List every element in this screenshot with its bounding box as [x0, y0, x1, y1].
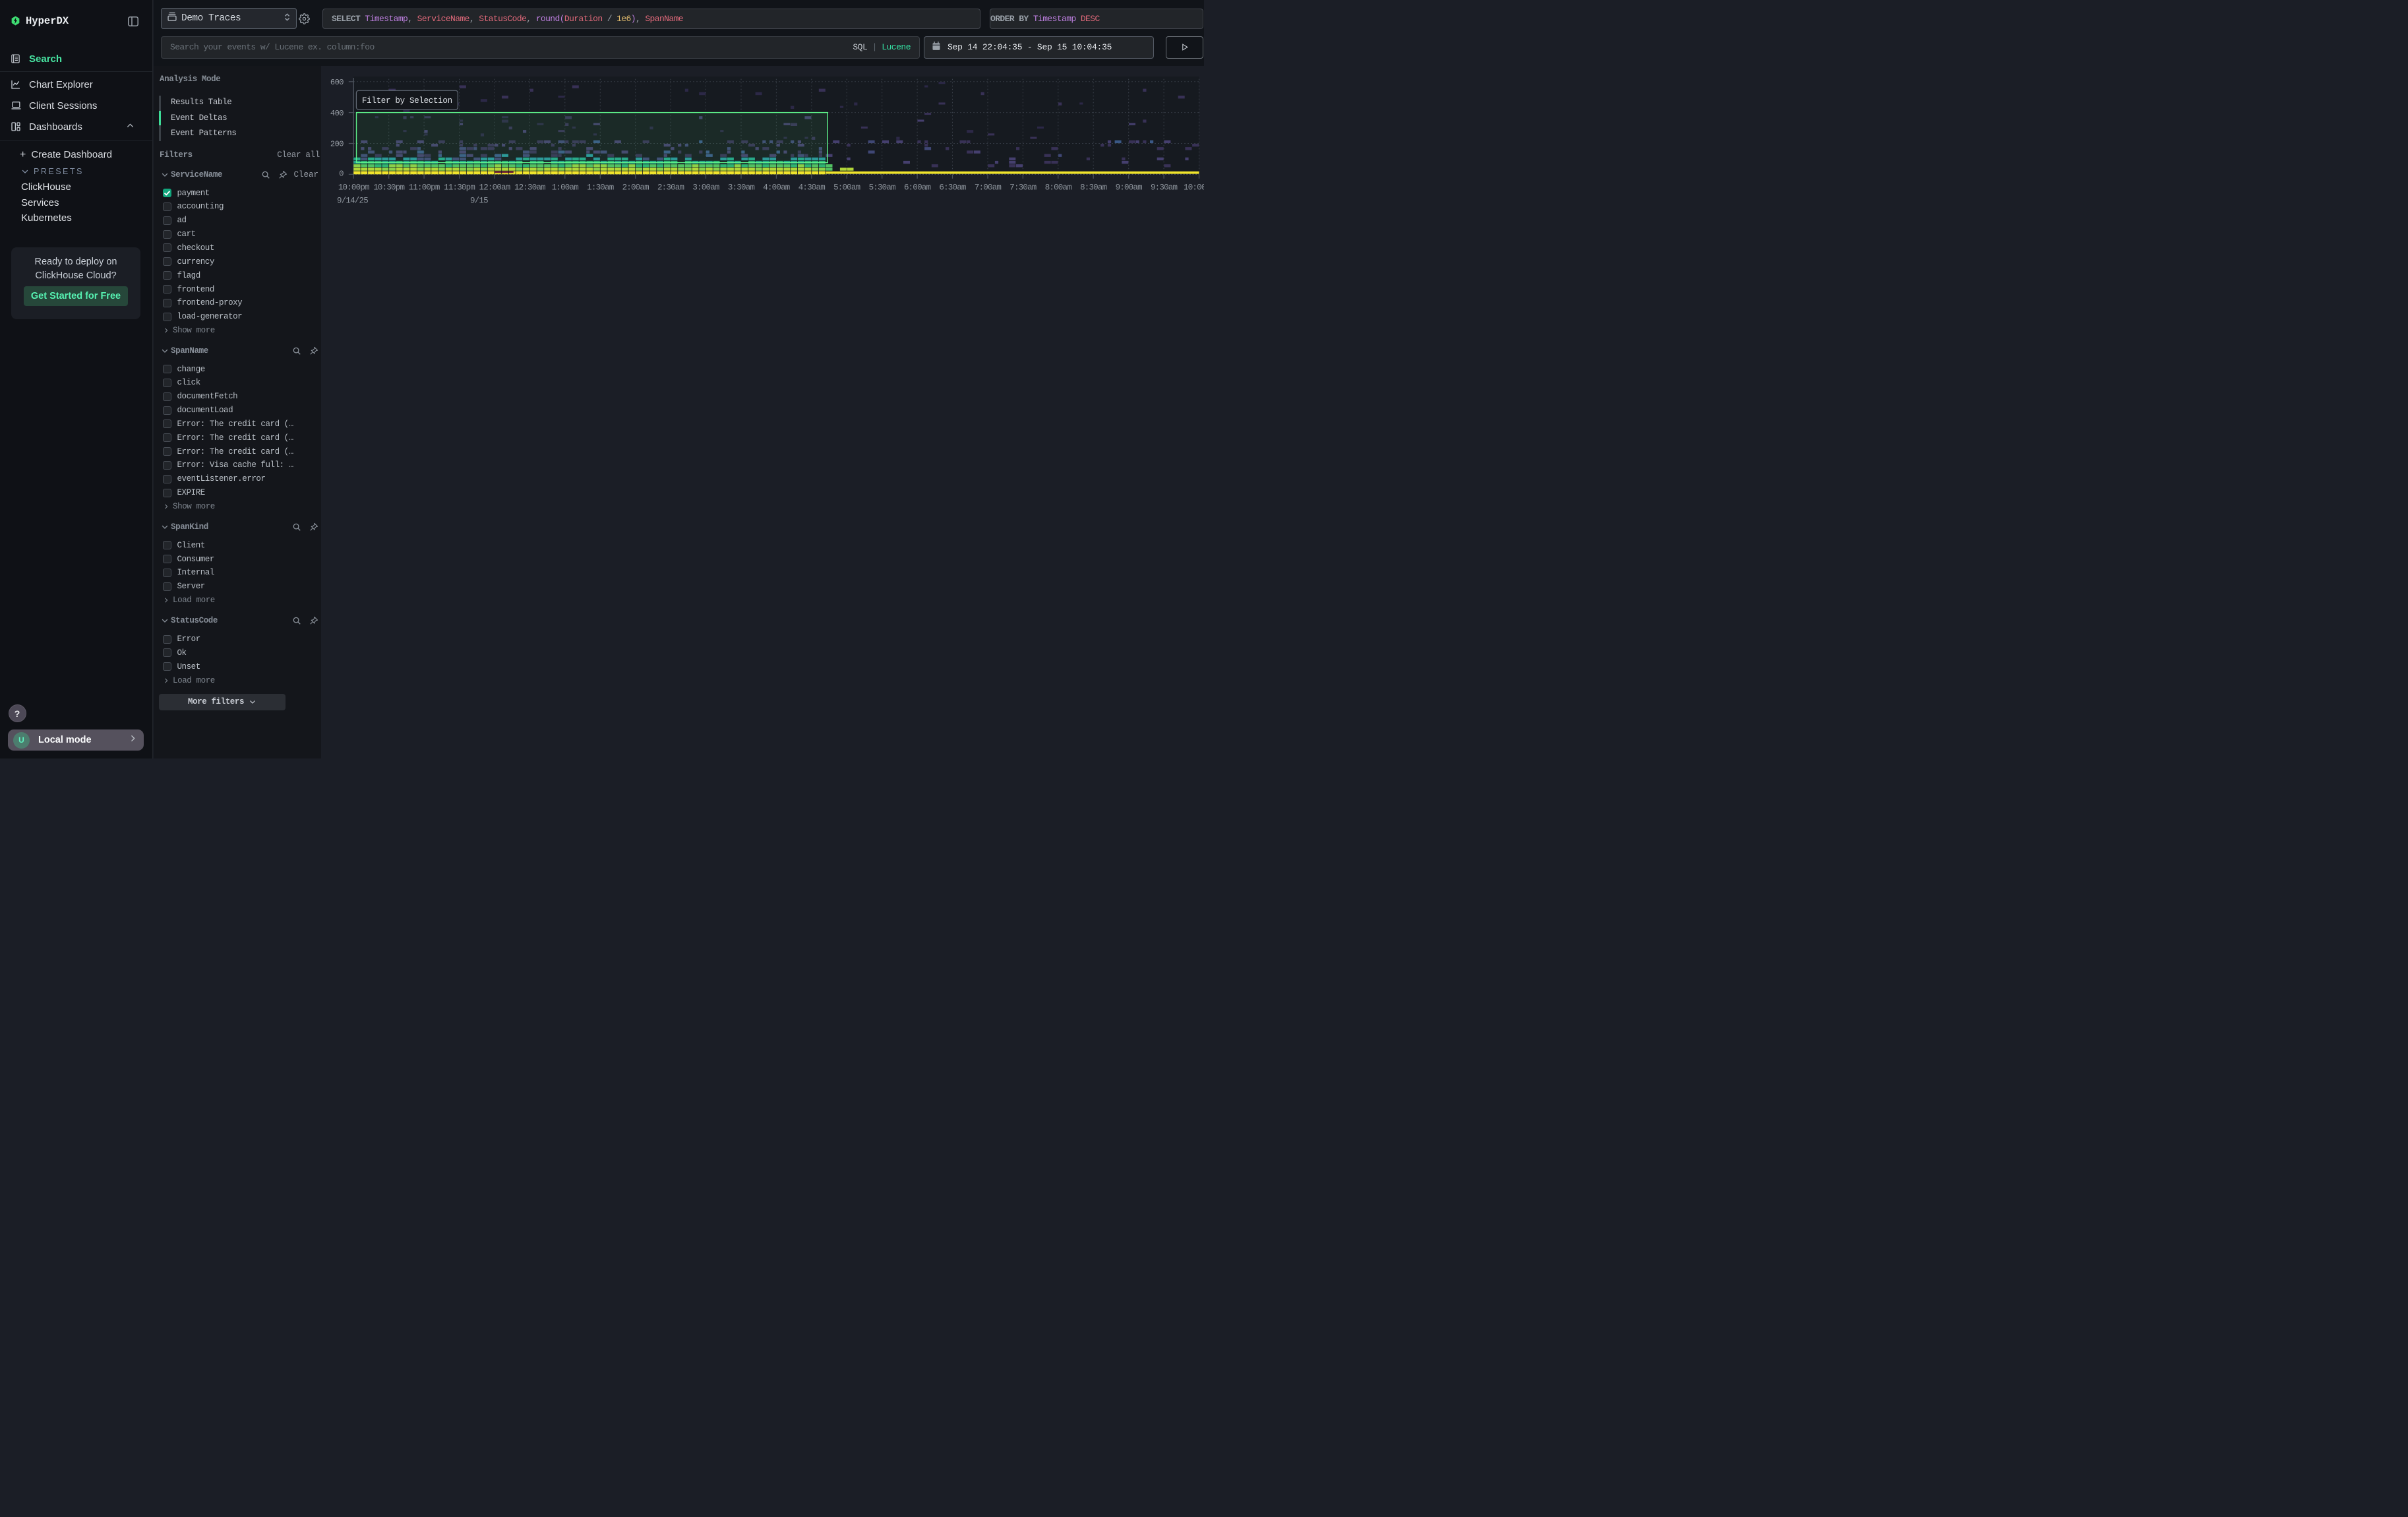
- svg-text:3:00am: 3:00am: [692, 183, 719, 193]
- svg-text:3:30am: 3:30am: [728, 183, 755, 193]
- svg-text:6:00am: 6:00am: [904, 183, 931, 193]
- svg-text:7:30am: 7:30am: [1009, 183, 1037, 193]
- svg-text:200: 200: [330, 140, 344, 149]
- svg-text:8:30am: 8:30am: [1080, 183, 1107, 193]
- svg-text:1:00am: 1:00am: [552, 183, 579, 193]
- svg-text:2:30am: 2:30am: [657, 183, 684, 193]
- svg-text:1:30am: 1:30am: [587, 183, 614, 193]
- svg-text:10:00am: 10:00am: [1184, 183, 1204, 193]
- svg-text:11:00pm: 11:00pm: [409, 183, 440, 193]
- svg-text:0: 0: [339, 170, 344, 179]
- svg-text:9/15: 9/15: [470, 197, 488, 206]
- svg-text:7:00am: 7:00am: [975, 183, 1002, 193]
- svg-text:10:00pm: 10:00pm: [338, 183, 369, 193]
- svg-text:9:30am: 9:30am: [1151, 183, 1178, 193]
- svg-text:12:00am: 12:00am: [479, 183, 510, 193]
- svg-text:8:00am: 8:00am: [1045, 183, 1072, 193]
- svg-text:4:00am: 4:00am: [763, 183, 790, 193]
- svg-text:6:30am: 6:30am: [939, 183, 966, 193]
- svg-text:9:00am: 9:00am: [1116, 183, 1143, 193]
- svg-text:400: 400: [330, 109, 344, 118]
- svg-text:11:30pm: 11:30pm: [444, 183, 475, 193]
- svg-text:4:30am: 4:30am: [798, 183, 826, 193]
- svg-text:9/14/25: 9/14/25: [337, 197, 368, 206]
- svg-text:10:30pm: 10:30pm: [373, 183, 404, 193]
- svg-text:12:30am: 12:30am: [514, 183, 545, 193]
- svg-text:2:00am: 2:00am: [622, 183, 649, 193]
- svg-text:5:30am: 5:30am: [869, 183, 896, 193]
- svg-text:600: 600: [330, 78, 344, 87]
- svg-text:Filter by Selection: Filter by Selection: [362, 96, 452, 106]
- svg-text:5:00am: 5:00am: [833, 183, 860, 193]
